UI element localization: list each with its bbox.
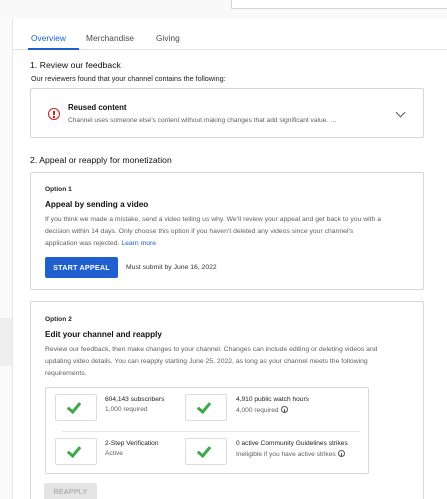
search-input[interactable] [231,0,447,9]
option1-label: Option 1 [45,186,72,193]
checkmark-icon [196,398,212,415]
requirement-check-subscribers [55,394,97,421]
option1-body-line2: decision within 14 days. Only choose thi… [45,228,354,235]
start-appeal-button[interactable]: START APPEAL [45,257,118,278]
option1-title: Appeal by sending a video [45,200,149,209]
option1-body-line3: application was rejected. Learn more [45,240,157,247]
tab-overview[interactable]: Overview [31,33,66,43]
option2-body-line2: updating video details. You can reapply … [45,358,368,365]
info-icon[interactable] [337,450,345,457]
checkmark-icon [66,398,82,415]
requirement-detail: Active [105,450,123,457]
reapply-button[interactable]: REAPPLY [44,483,97,499]
issue-title: Reused content [68,103,127,112]
option2-body-line1: Review our feedback, then make changes t… [45,346,378,353]
warning-icon [48,108,60,120]
appeal-deadline: Must submit by June 16, 2022 [126,264,217,271]
review-subheading: Our reviewers found that your channel co… [31,74,226,83]
feedback-card[interactable] [30,88,424,138]
requirement-detail: 1,000 required [105,406,148,413]
sidebar-item[interactable] [0,318,12,366]
issue-description: Channel uses someone else’s content with… [68,117,337,124]
requirements-divider [62,431,360,432]
requirement-title: 4,910 public watch hours [236,396,309,403]
option1-body-line1: If you think we made a mistake, send a v… [45,216,381,223]
requirement-title: 2-Step Verification [105,440,159,447]
info-icon[interactable] [280,406,288,413]
option2-label: Option 2 [45,316,72,323]
tab-active-indicator [28,48,79,50]
review-heading: 1. Review our feedback [30,60,121,70]
checkmark-icon [66,442,82,459]
requirement-check-watch-hours [185,394,227,421]
option2-title: Edit your channel and reapply [45,330,162,339]
top-bar [0,0,447,18]
tab-merchandise[interactable]: Merchandise [86,33,134,43]
tab-giving[interactable]: Giving [156,33,180,43]
requirement-detail: 4,000 required [236,406,288,414]
appeal-heading: 2. Appeal or reapply for monetization [30,155,172,165]
requirement-title: 0 active Community Guidelines strikes [236,440,348,447]
checkmark-icon [196,442,212,459]
requirement-detail: Ineligible if you have active strikes [236,450,345,458]
learn-more-link[interactable]: Learn more [121,240,156,247]
option2-body-line3: requirements. [45,370,87,377]
left-sidebar [0,18,12,499]
requirement-title: 604,143 subscribers [105,396,165,403]
requirement-check-strikes [185,438,227,465]
requirement-check-2sv [55,438,97,465]
